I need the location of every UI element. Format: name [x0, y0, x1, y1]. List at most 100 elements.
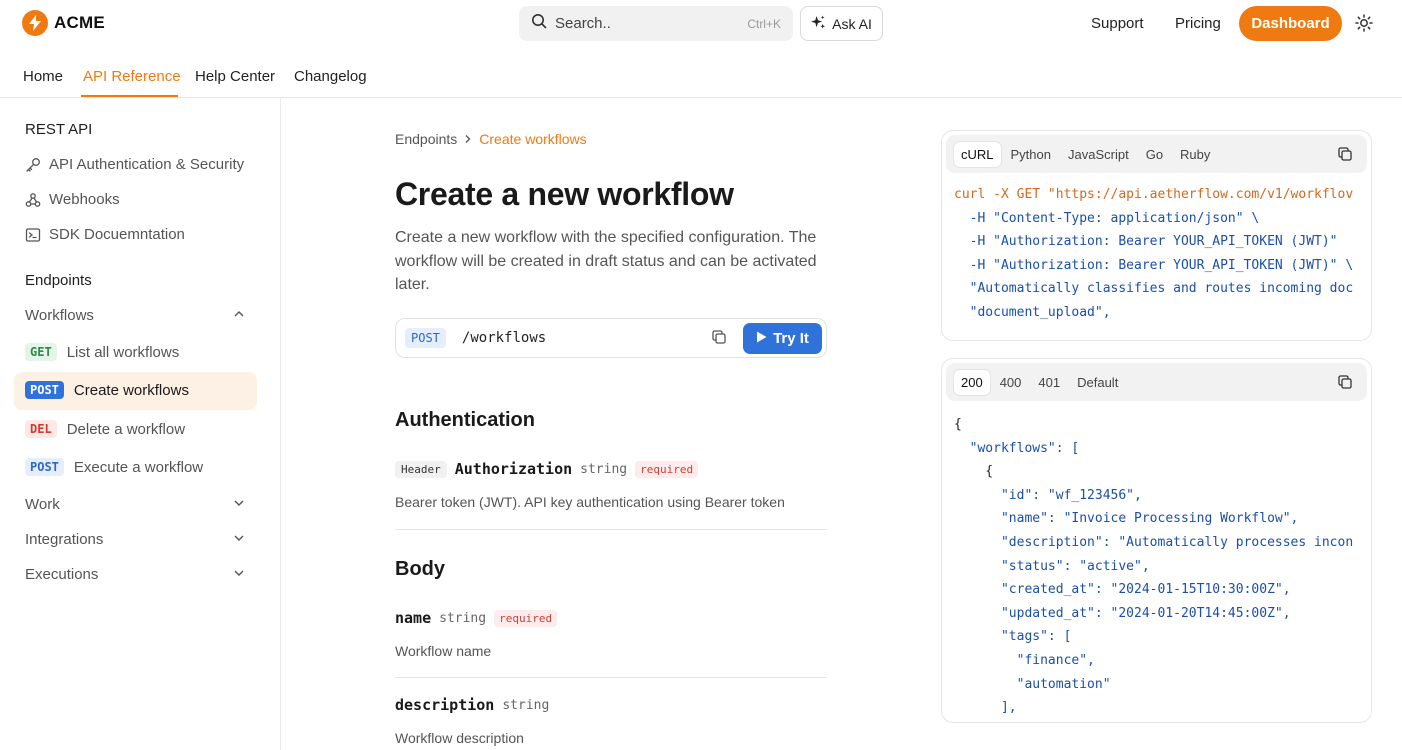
sidebar-item-label: Execute a workflow [73, 458, 204, 476]
auth-param-row: Header Authorization string required [395, 460, 699, 478]
breadcrumb: Endpoints Create workflows [395, 131, 587, 147]
try-it-button[interactable]: Try It [743, 322, 822, 354]
sidebar-group-label: Work [25, 496, 60, 513]
required-badge: required [635, 460, 699, 478]
divider [395, 529, 827, 530]
active-tab-indicator [81, 95, 178, 97]
tab-ruby[interactable]: Ruby [1173, 142, 1217, 167]
language-tabs: cURL Python JavaScript Go Ruby [946, 135, 1367, 173]
authentication-heading: Authentication [395, 409, 535, 431]
param-type: string [580, 461, 628, 477]
tab-python[interactable]: Python [1004, 142, 1058, 167]
tab-status-200[interactable]: 200 [954, 369, 990, 395]
sidebar-item-webhooks[interactable]: Webhooks [25, 191, 120, 208]
sidebar-item-sdk-documentation[interactable]: SDK Docuemntation [25, 226, 185, 243]
body-param-row: description string [395, 696, 549, 714]
param-type: string [439, 610, 487, 626]
sidebar-group-label: Workflows [25, 307, 94, 324]
page-description: Create a new workflow with the specified… [395, 229, 817, 293]
breadcrumb-current: Create workflows [479, 131, 587, 147]
code-line: -H "Content-Type: application/json" \ [954, 210, 1260, 226]
code-line: "automation" [954, 676, 1111, 692]
param-name: Authorization [454, 460, 573, 478]
dashboard-button[interactable]: Dashboard [1239, 6, 1342, 41]
param-name: name [395, 609, 432, 627]
divider [395, 677, 827, 678]
bolt-icon [22, 10, 48, 36]
logo[interactable]: ACME [22, 10, 105, 36]
sidebar-group-label: Executions [25, 566, 99, 583]
pricing-link[interactable]: Pricing [1175, 15, 1221, 32]
sidebar-item-execute-workflow[interactable]: POST Execute a workflow [25, 458, 203, 476]
method-badge: GET [25, 343, 57, 361]
response-code: { "workflows": [ { "id": "wf_123456", "n… [942, 405, 1371, 720]
sun-icon[interactable] [1355, 14, 1373, 32]
sidebar-item-create-workflows[interactable]: POST Create workflows [25, 381, 189, 399]
auth-param-description: Bearer token (JWT). API key authenticati… [395, 494, 785, 510]
sparkle-icon [811, 14, 826, 33]
method-badge: POST [25, 381, 64, 399]
copy-icon[interactable] [1337, 146, 1353, 162]
search-input[interactable]: Search.. Ctrl+K [519, 6, 793, 41]
sidebar-item-label: Create workflows [73, 381, 189, 399]
try-it-label: Try It [773, 329, 809, 347]
terminal-icon [25, 227, 41, 243]
tab-changelog[interactable]: Changelog [294, 68, 367, 85]
code-line: "status": "active", [954, 558, 1150, 574]
breadcrumb-parent[interactable]: Endpoints [395, 131, 457, 147]
tab-status-401[interactable]: 401 [1031, 370, 1067, 395]
code-line: curl -X GET "https://api.aetherflow.com/… [954, 183, 1371, 207]
sidebar-group-integrations[interactable]: Integrations [25, 531, 245, 548]
chevron-up-icon [233, 307, 245, 324]
chevron-down-icon [233, 531, 245, 548]
tab-javascript[interactable]: JavaScript [1061, 142, 1136, 167]
body-param-row: name string required [395, 609, 558, 627]
chevron-down-icon [233, 496, 245, 513]
tab-api-reference[interactable]: API Reference [83, 68, 181, 85]
sidebar-item-delete-workflow[interactable]: DEL Delete a workflow [25, 420, 185, 438]
tab-curl[interactable]: cURL [954, 141, 1001, 167]
sidebar-item-label: API Authentication & Security [49, 156, 245, 173]
top-bar: ACME Search.. Ctrl+K Ask AI Support Pric… [0, 0, 1402, 48]
method-badge: POST [25, 458, 64, 476]
param-type: string [502, 697, 550, 713]
code-line: "name": "Invoice Processing Workflow", [954, 511, 1299, 527]
ask-ai-button[interactable]: Ask AI [800, 6, 883, 41]
code-line: "description": "Automatically processes … [954, 534, 1354, 550]
param-description: Workflow description [395, 730, 524, 746]
support-link[interactable]: Support [1091, 15, 1144, 32]
sidebar-group-work[interactable]: Work [25, 496, 245, 513]
chevron-right-icon [463, 131, 473, 147]
sidebar-item-list-workflows[interactable]: GET List all workflows [25, 343, 179, 361]
endpoint-bar: POST /workflows Try It [395, 318, 827, 358]
tab-home[interactable]: Home [23, 68, 63, 85]
ask-ai-label: Ask AI [832, 15, 872, 32]
tab-status-400[interactable]: 400 [993, 370, 1029, 395]
tab-help-center[interactable]: Help Center [195, 68, 275, 85]
status-tabs: 200 400 401 Default [946, 363, 1367, 401]
sidebar-item-label: Delete a workflow [66, 420, 186, 438]
sidebar-item-label: List all workflows [66, 343, 180, 361]
sidebar-group-workflows[interactable]: Workflows [25, 307, 245, 324]
endpoint-path: /workflows [461, 330, 547, 346]
sidebar-section-rest-api: REST API [25, 121, 93, 138]
copy-icon[interactable] [711, 329, 729, 347]
code-line: "updated_at": "2024-01-20T14:45:00Z", [954, 605, 1291, 621]
sidebar-group-executions[interactable]: Executions [25, 566, 245, 583]
tab-status-default[interactable]: Default [1070, 370, 1125, 395]
sidebar-item-label: SDK Docuemntation [49, 226, 185, 243]
code-line: curl -X GET "https://api.aetherflow.com/… [954, 187, 1354, 202]
code-line: -H "Authorization: Bearer YOUR_API_TOKEN… [954, 257, 1354, 273]
endpoint-method-badge: POST [405, 328, 446, 348]
code-line: "document_upload", [954, 304, 1111, 320]
code-line: -H "Authorization: Bearer YOUR_API_TOKEN… [954, 234, 1338, 250]
tab-go[interactable]: Go [1139, 142, 1170, 167]
chevron-down-icon [233, 566, 245, 583]
code-line: "tags": [ [954, 629, 1072, 645]
sidebar-item-api-authentication[interactable]: API Authentication & Security [25, 156, 244, 173]
sidebar-section-endpoints: Endpoints [25, 272, 92, 289]
code-line: { [954, 464, 994, 480]
copy-icon[interactable] [1337, 374, 1353, 390]
brand-name: ACME [54, 13, 105, 32]
param-description: Workflow name [395, 643, 492, 659]
